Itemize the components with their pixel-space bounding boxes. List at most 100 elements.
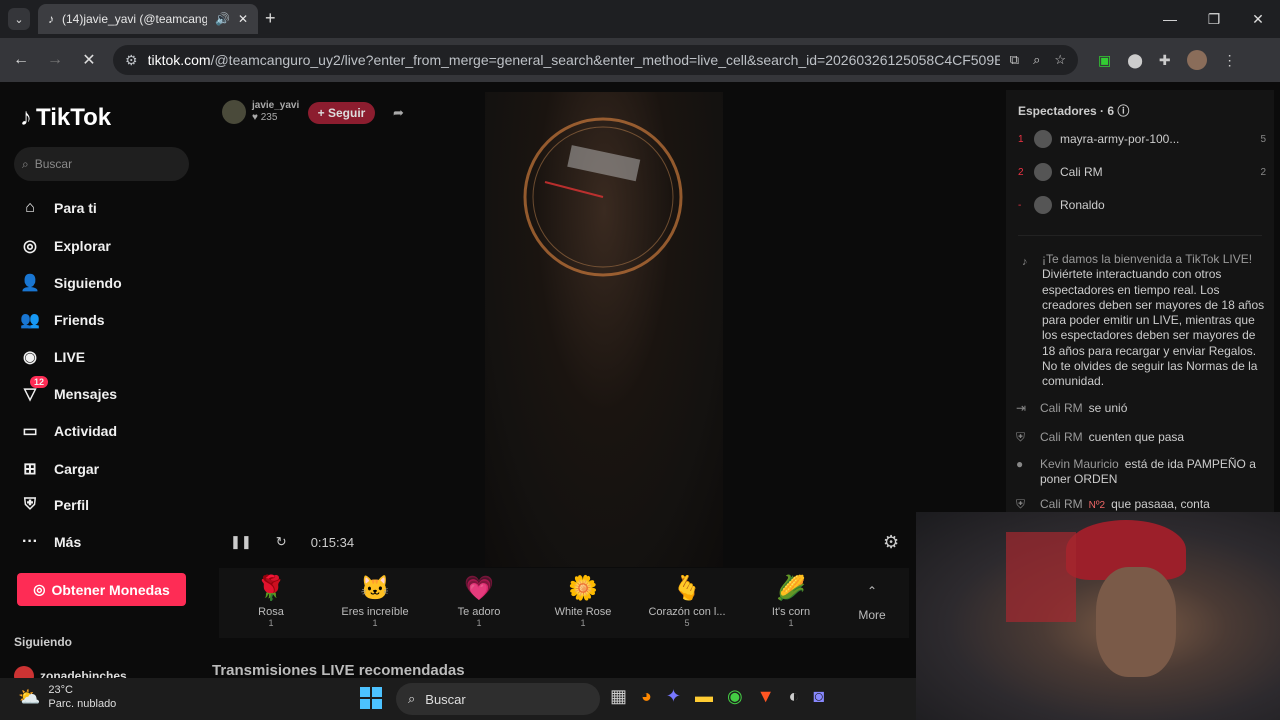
chrome-menu-icon[interactable]: ⋮ (1223, 52, 1237, 69)
nav-item-perfil[interactable]: ⛨ Perfil (20, 496, 89, 514)
windows-start-icon[interactable] (360, 687, 382, 709)
nav-label: LIVE (54, 349, 86, 365)
recommended-live-title: Transmisiones LIVE recomendadas (212, 662, 465, 679)
gift-name: Te adoro (457, 606, 501, 618)
viewer-row[interactable]: 2 Cali RM 2 (1018, 163, 1266, 181)
viewer-row[interactable]: - Ronaldo (1018, 196, 1266, 214)
search-icon: ⌕ (22, 156, 29, 171)
nav-item-actividad[interactable]: ▭ Actividad (20, 421, 117, 441)
gift-item[interactable]: 🌽 It's corn 1 (739, 568, 843, 638)
stop-loading-icon[interactable]: ✕ (72, 50, 106, 70)
search-placeholder: Buscar (34, 157, 73, 171)
gift-price: 1 (476, 618, 482, 628)
gift-name: White Rose (554, 606, 612, 618)
logo-text: TikTok (36, 104, 112, 131)
nav-item-cargar[interactable]: ⊞ Cargar (20, 459, 99, 479)
nav-label: Más (54, 534, 82, 550)
viewers-count: 6 (1107, 104, 1115, 118)
weather-widget[interactable]: ⛅ 23°C Parc. nublado (18, 683, 116, 711)
gift-item[interactable]: 🌹 Rosa 1 (219, 568, 323, 638)
weather-text: Parc. nublado (48, 698, 117, 710)
streamer-name: javie_yavi (252, 100, 300, 111)
address-bar[interactable]: ⚙ tiktok.com/@teamcanguro_uy2/live?enter… (113, 45, 1078, 75)
streamer-info[interactable]: javie_yavi ♥ 235 (222, 100, 299, 124)
speedometer-video-frame (523, 117, 683, 277)
tab-close-icon[interactable]: ✕ (238, 12, 248, 26)
viewer-count: 2 (1260, 166, 1266, 178)
tab-search-button[interactable]: ⌄ (8, 8, 30, 30)
app-icon[interactable]: ◐ (789, 686, 800, 707)
follow-button[interactable]: + Seguir (308, 102, 375, 124)
chat-user[interactable]: Cali RM (1040, 430, 1083, 444)
heart-icon: ♥ (252, 112, 261, 123)
minimize-button[interactable]: — (1148, 0, 1192, 38)
profile-avatar[interactable] (1186, 50, 1207, 70)
nav-label: Mensajes (54, 386, 118, 402)
home-icon: ⌂ (25, 199, 35, 216)
user-follow-icon: 👤 (20, 275, 40, 292)
refresh-icon[interactable]: ↻ (276, 534, 287, 550)
task-view-icon[interactable]: ▦ (610, 686, 627, 707)
firefox-icon[interactable]: ◕ (641, 686, 652, 707)
new-tab-button[interactable]: + (265, 8, 276, 29)
extension-green-icon[interactable]: ▣ (1098, 52, 1111, 69)
viewer-rank: 1 (1018, 133, 1024, 145)
chat-user[interactable]: Kevin Mauricio (1040, 457, 1119, 471)
nav-item-para-ti[interactable]: ⌂ Para ti (20, 199, 97, 217)
audio-icon[interactable]: 🔊 (215, 12, 230, 26)
url-text: tiktok.com/@teamcanguro_uy2/live?enter_f… (148, 52, 1000, 68)
video-controls: ❚❚ ↻ 0:15:34 (230, 534, 354, 550)
gift-item[interactable]: 🐱 Eres increíble 1 (323, 568, 427, 638)
cast-icon[interactable]: ⧉ (1010, 52, 1019, 68)
gift-item[interactable]: 💗 Te adoro 1 (427, 568, 531, 638)
settings-gear-icon[interactable]: ⚙ (883, 532, 899, 553)
discord-icon[interactable]: ◙ (813, 686, 824, 707)
nav-item-mensajes[interactable]: ▽ 12 Mensajes (20, 376, 118, 404)
search-input[interactable]: ⌕ Buscar (14, 147, 189, 181)
gift-item[interactable]: 🌼 White Rose 1 (531, 568, 635, 638)
site-info-icon[interactable]: ⚙ (125, 52, 138, 69)
chrome-icon[interactable]: ◉ (727, 686, 743, 707)
nav-item-live[interactable]: ◉ LIVE (20, 347, 85, 367)
zoom-icon[interactable]: ⌕ (1033, 52, 1040, 68)
tiktok-logo[interactable]: ♪ TikTok (20, 104, 111, 132)
get-coins-button[interactable]: ◎ Obtener Monedas (17, 573, 186, 606)
close-window-button[interactable]: ✕ (1236, 0, 1280, 38)
join-icon: ⇥ (1016, 401, 1027, 415)
teams-icon[interactable]: ✦ (666, 686, 681, 707)
gift-item[interactable]: 🫰 Corazón con l... 5 (635, 568, 739, 638)
viewer-rank: 2 (1018, 166, 1024, 178)
webcam-jersey (1006, 532, 1076, 622)
streamer-avatar[interactable] (222, 100, 246, 124)
share-arrow-icon[interactable]: ➦ (393, 105, 404, 121)
viewer-rank: - (1018, 199, 1022, 211)
help-icon[interactable]: ⓘ (1117, 104, 1129, 118)
bookmark-star-icon[interactable]: ☆ (1054, 52, 1066, 68)
viewers-label: Espectadores (1018, 104, 1097, 118)
pause-icon[interactable]: ❚❚ (230, 534, 252, 550)
nav-item-friends[interactable]: 👥 Friends (20, 310, 105, 330)
chat-user[interactable]: Cali RM (1040, 401, 1083, 415)
more-gifts-button[interactable]: ⌃ More (843, 568, 901, 638)
rank-badge: Nº2 (1088, 500, 1106, 511)
tiktok-note-icon: ♪ (1022, 256, 1028, 268)
brave-icon[interactable]: ▼ (757, 686, 775, 707)
maximize-button[interactable]: ❐ (1192, 0, 1236, 38)
browser-tab-strip: ⌄ ♪ (14)javie_yavi (@teamcanguro_uy2) 🔊 … (0, 0, 1280, 38)
viewer-row[interactable]: 1 mayra-army-por-100... 5 (1018, 130, 1266, 148)
taskbar-search[interactable]: ⌕ Buscar (396, 683, 600, 715)
browser-tab[interactable]: ♪ (14)javie_yavi (@teamcanguro_uy2) 🔊 ✕ (38, 4, 258, 34)
extension-icon[interactable]: ⬤ (1127, 52, 1143, 69)
nav-item-siguiendo[interactable]: 👤 Siguiendo (20, 273, 122, 293)
live-video[interactable] (485, 92, 723, 567)
file-explorer-icon[interactable]: ▬ (695, 686, 713, 707)
nav-item-explorar[interactable]: ◎ Explorar (20, 236, 111, 256)
nav-item-mas[interactable]: ··· Más (20, 533, 81, 551)
live-main: javie_yavi ♥ 235 + Seguir ➦ ❚❚ ↻ 0:15:34… (205, 82, 1005, 679)
back-arrow-icon[interactable]: ← (4, 51, 38, 69)
chat-user[interactable]: Cali RM (1040, 497, 1083, 511)
extensions-puzzle-icon[interactable]: ✚ (1159, 52, 1171, 69)
forward-arrow-icon[interactable]: → (38, 51, 72, 69)
search-icon: ⌕ (408, 691, 416, 706)
gift-bar: 🌹 Rosa 1 🐱 Eres increíble 1 💗 Te adoro 1… (219, 568, 909, 638)
